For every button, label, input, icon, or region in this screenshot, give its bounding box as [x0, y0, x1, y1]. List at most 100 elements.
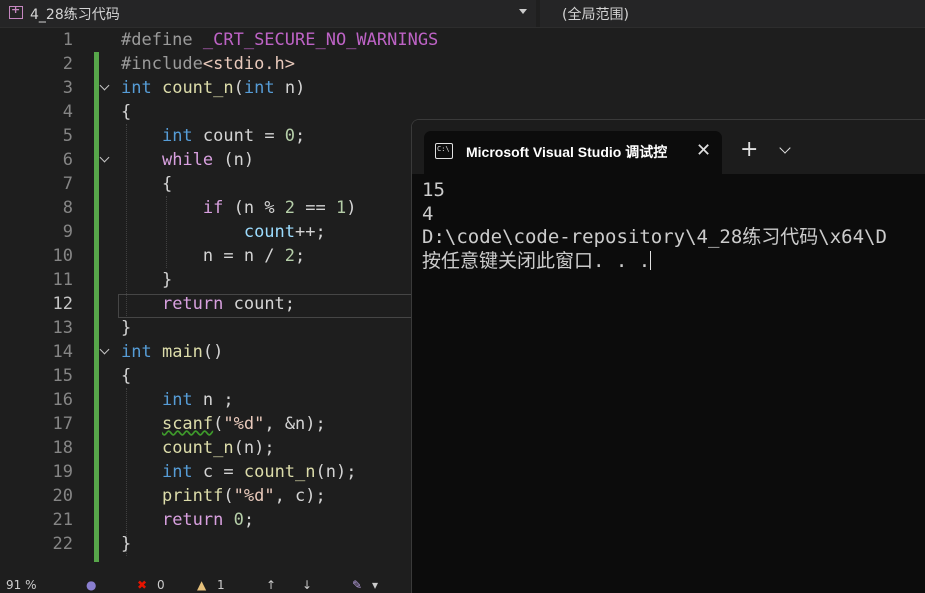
chevron-down-icon[interactable] [779, 142, 791, 154]
error-count[interactable]: 0 [157, 578, 165, 592]
code-text: n ; [192, 390, 234, 410]
string-literal: "%d" [233, 486, 275, 506]
line-number: 17 [52, 414, 73, 434]
fold-chevron-icon[interactable] [99, 80, 110, 91]
number-literal: 0 [284, 126, 296, 146]
line-number: 13 [52, 318, 73, 338]
code-text: ++; [295, 222, 326, 242]
control-keyword: return [161, 294, 224, 314]
console-icon: C:\ [435, 143, 453, 159]
code-text: { [121, 174, 173, 194]
variable: count [243, 222, 296, 242]
macro-name: _CRT_SECURE_NO_WARNINGS [202, 30, 439, 50]
arrow-down-icon[interactable]: ↓ [302, 578, 312, 592]
chevron-down-icon[interactable]: ▾ [372, 578, 378, 592]
copilot-icon[interactable]: ● [86, 578, 96, 592]
line-number: 15 [52, 366, 73, 386]
number-literal: 2 [284, 246, 296, 266]
code-text: ; [243, 510, 255, 530]
code-line: 2 #include<stdio.h> [0, 52, 925, 76]
project-dropdown[interactable]: 4_28练习代码 [0, 0, 536, 27]
keyword: int [243, 78, 275, 98]
number-literal: 2 [284, 198, 296, 218]
fold-chevron-icon[interactable] [99, 152, 110, 163]
control-keyword: if [202, 198, 224, 218]
code-text: ( [233, 78, 244, 98]
preprocessor-directive: #include [121, 54, 203, 74]
brush-icon[interactable]: ✎ [352, 578, 362, 592]
code-text: } [121, 534, 132, 554]
code-text: count = [192, 126, 285, 146]
fold-chevron-icon[interactable] [99, 344, 110, 355]
warning-icon: ▲ [197, 578, 207, 592]
scope-label: (全局范围) [562, 7, 629, 23]
chevron-down-icon[interactable] [519, 9, 527, 14]
code-text: ; [295, 126, 306, 146]
output-line-prompt: 按任意键关闭此窗口. . . [422, 250, 887, 274]
keyword: int [161, 462, 193, 482]
function-name: count_n [243, 462, 316, 482]
terminal-output[interactable]: 15 4 D:\code\code-repository\4_28练习代码\x6… [422, 179, 887, 273]
line-number: 3 [62, 78, 73, 98]
code-text: ( [213, 414, 224, 434]
number-literal: 0 [233, 510, 244, 530]
include-path: <stdio.h> [202, 54, 296, 74]
line-number: 21 [52, 510, 73, 530]
line-number: 18 [52, 438, 73, 458]
line-number: 1 [62, 30, 73, 50]
preprocessor-directive: #define [121, 30, 203, 50]
keyword: int [161, 390, 193, 410]
output-line: D:\code\code-repository\4_28练习代码\x64\D [422, 226, 887, 248]
project-icon [9, 3, 23, 19]
code-text: c = [192, 462, 244, 482]
close-icon[interactable]: ✕ [696, 140, 711, 161]
line-number: 9 [62, 222, 73, 242]
code-text: () [202, 342, 224, 362]
line-number: 16 [52, 390, 73, 410]
code-text: ( [223, 486, 234, 506]
code-text: , c); [274, 486, 326, 506]
output-line: 4 [422, 202, 434, 225]
code-text: } [121, 318, 132, 338]
text-cursor [650, 250, 652, 270]
line-number: 19 [52, 462, 73, 482]
line-number: 4 [62, 102, 73, 122]
warning-count[interactable]: 1 [217, 578, 225, 592]
navigation-bar: 4_28练习代码 (全局范围) [0, 0, 925, 28]
line-number: 11 [52, 270, 73, 290]
function-name: main [161, 342, 203, 362]
line-number: 6 [62, 150, 73, 170]
number-literal: 1 [336, 198, 347, 218]
keyword: int [161, 126, 193, 146]
zoom-level[interactable]: 91 % [6, 578, 37, 592]
code-line: 1 #define _CRT_SECURE_NO_WARNINGS [0, 28, 925, 52]
string-literal: "%d" [223, 414, 265, 434]
line-number: 20 [52, 486, 73, 506]
code-text: count; [223, 294, 296, 314]
prompt-text: 按任意键关闭此窗口. . . [422, 249, 651, 272]
output-line: 15 [422, 179, 445, 201]
new-tab-plus-icon[interactable]: + [740, 137, 758, 162]
code-text: } [121, 270, 173, 290]
scope-dropdown[interactable]: (全局范围) [540, 0, 925, 27]
code-text: ; [295, 246, 306, 266]
keyword: int [121, 78, 152, 98]
terminal-tab[interactable]: C:\ Microsoft Visual Studio 调试控 ✕ [424, 131, 722, 174]
line-number: 12 [52, 294, 73, 314]
code-text: n) [274, 78, 306, 98]
arrow-up-icon[interactable]: ↑ [266, 578, 276, 592]
line-number: 22 [52, 534, 73, 554]
debug-console-window[interactable]: C:\ Microsoft Visual Studio 调试控 ✕ + 15 4… [411, 119, 925, 593]
code-line: 3 int count_n(int n) [0, 76, 925, 100]
code-text: (n) [213, 150, 255, 170]
